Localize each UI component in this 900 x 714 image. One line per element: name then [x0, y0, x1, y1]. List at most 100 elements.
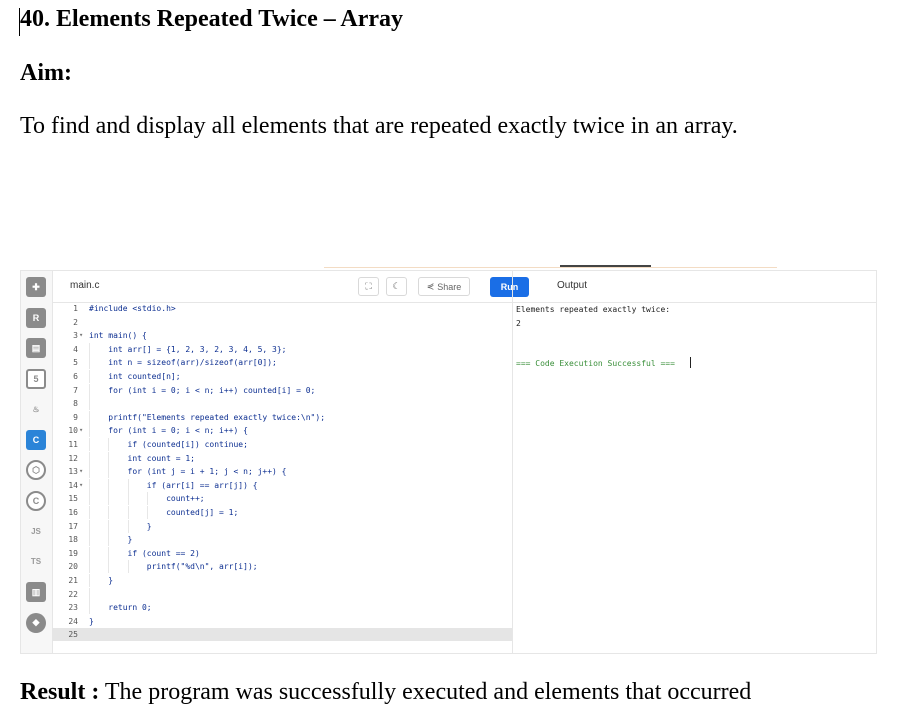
- java-icon[interactable]: ♨: [26, 399, 46, 419]
- code-line[interactable]: 24}: [52, 615, 512, 628]
- fold-toggle-icon[interactable]: ▾: [79, 424, 83, 437]
- code-line[interactable]: 6 int counted[n];: [52, 370, 512, 383]
- line-number: 20: [68, 562, 78, 572]
- line-number: 11: [68, 440, 78, 449]
- code-line[interactable]: 25: [52, 628, 512, 642]
- code-text: if (count == 2): [89, 548, 200, 558]
- code-line[interactable]: 17 }: [52, 519, 512, 533]
- code-line[interactable]: 5 int n = sizeof(arr)/sizeof(arr[0]);: [52, 356, 512, 370]
- code-line[interactable]: 13 ▾ for (int j = i + 1; j < n; j++) {: [52, 465, 512, 479]
- fullscreen-button[interactable]: ⛶: [358, 277, 379, 296]
- code-line[interactable]: 19 if (count == 2): [52, 546, 512, 560]
- fullscreen-icon: ⛶: [365, 281, 372, 291]
- moon-icon: ☾: [392, 281, 401, 291]
- run-button[interactable]: Run: [490, 277, 529, 297]
- code-text: int count = 1;: [89, 453, 195, 463]
- result-text: The program was successfully executed an…: [99, 679, 752, 705]
- line-number: 22: [68, 589, 78, 599]
- output-line: Elements repeated exactly twice:: [516, 305, 671, 314]
- code-line[interactable]: 2: [52, 316, 512, 329]
- code-text: printf("%d\n", arr[i]);: [89, 562, 258, 572]
- code-line[interactable]: 14 ▾ if (arr[i] == arr[j]) {: [52, 478, 512, 492]
- fold-toggle-icon[interactable]: ▾: [79, 479, 83, 492]
- code-text: #include <stdio.h>: [89, 304, 176, 313]
- result-label: Result :: [20, 679, 100, 705]
- file-tab[interactable]: main.c: [70, 280, 99, 291]
- share-icon: ⋞: [426, 281, 435, 291]
- language-sidebar: ✚ R ▤ 5 ♨ C ⬡ C JS TS ▥ ◆: [21, 271, 53, 653]
- result-paragraph: Result : The program was successfully ex…: [20, 679, 751, 706]
- line-number: 15: [68, 494, 78, 504]
- code-text: int main() {: [89, 331, 147, 341]
- fold-toggle-icon[interactable]: ▾: [79, 329, 83, 342]
- python-icon[interactable]: ✚: [26, 277, 46, 297]
- code-line[interactable]: 15 count++;: [52, 492, 512, 506]
- output-caret: [690, 357, 691, 368]
- line-number: 1: [73, 304, 78, 313]
- code-text: return 0;: [89, 603, 152, 613]
- code-line[interactable]: 7 for (int i = 0; i < n; i++) counted[i]…: [52, 383, 512, 397]
- line-number: 14: [68, 480, 78, 490]
- aim-label: Aim:: [20, 60, 72, 86]
- page-heading: 40. Elements Repeated Twice – Array: [20, 6, 404, 32]
- html5-icon[interactable]: 5: [26, 368, 46, 389]
- share-button[interactable]: ⋞ Share: [418, 277, 470, 296]
- line-number: 9: [73, 412, 78, 422]
- pane-divider[interactable]: [512, 271, 513, 653]
- line-number: 7: [73, 385, 78, 395]
- c-icon[interactable]: C: [26, 429, 46, 450]
- line-number: 25: [68, 630, 78, 640]
- go-icon[interactable]: ◆: [26, 612, 46, 633]
- line-number: 3: [73, 331, 78, 341]
- decorative-line: [560, 265, 651, 267]
- code-line[interactable]: 3 ▾ int main() {: [52, 329, 512, 342]
- code-line[interactable]: 11 if (counted[i]) continue;: [52, 438, 512, 451]
- decorative-line: [324, 267, 777, 268]
- fold-toggle-icon[interactable]: ▾: [79, 465, 83, 478]
- php-icon[interactable]: ▥: [26, 582, 46, 602]
- code-text: if (arr[i] == arr[j]) {: [89, 480, 258, 490]
- ts-icon[interactable]: TS: [26, 552, 46, 572]
- code-text: int counted[n];: [89, 372, 181, 381]
- code-text: int arr[] = {1, 2, 3, 2, 3, 4, 5, 3};: [89, 344, 287, 354]
- line-number: 24: [68, 616, 78, 626]
- code-text: }: [89, 521, 152, 531]
- code-text: int n = sizeof(arr)/sizeof(arr[0]);: [89, 358, 277, 368]
- output-line: === Code Execution Successful ===: [516, 359, 675, 369]
- database-icon[interactable]: ▤: [26, 338, 46, 358]
- code-line[interactable]: 22: [52, 587, 512, 601]
- code-line[interactable]: 16 counted[j] = 1;: [52, 506, 512, 519]
- indent-guide: [89, 587, 90, 601]
- cpp-icon[interactable]: ⬡: [26, 460, 46, 480]
- code-line[interactable]: 12 int count = 1;: [52, 451, 512, 465]
- code-line[interactable]: 18 }: [52, 533, 512, 547]
- code-line[interactable]: 8: [52, 397, 512, 411]
- online-compiler-screenshot: ✚ R ▤ 5 ♨ C ⬡ C JS TS ▥ ◆ main.c ⛶ ☾ ⋞ Share Run Ou…: [20, 270, 877, 654]
- code-line[interactable]: 4 int arr[] = {1, 2, 3, 2, 3, 4, 5, 3};: [52, 342, 512, 356]
- line-number: 12: [68, 453, 78, 463]
- code-text: for (int i = 0; i < n; i++) counted[i] =…: [89, 385, 316, 395]
- theme-toggle-button[interactable]: ☾: [386, 277, 407, 296]
- csharp-icon[interactable]: C: [26, 490, 46, 511]
- code-line[interactable]: 20 printf("%d\n", arr[i]);: [52, 560, 512, 574]
- line-number: 8: [73, 399, 78, 409]
- aim-text: To find and display all elements that ar…: [20, 113, 738, 139]
- code-line[interactable]: 10 ▾ for (int i = 0; i < n; i++) {: [52, 424, 512, 438]
- code-text: printf("Elements repeated exactly twice:…: [89, 412, 326, 422]
- code-text: }: [89, 576, 114, 585]
- code-line[interactable]: 1 #include <stdio.h>: [52, 302, 512, 315]
- code-editor[interactable]: 1 #include <stdio.h> 2 3 ▾ int main() {4 int …: [52, 302, 512, 653]
- code-line[interactable]: 9 printf("Elements repeated exactly twic…: [52, 410, 512, 424]
- line-number: 18: [68, 535, 78, 545]
- share-label: Share: [437, 281, 462, 292]
- output-line: 2: [516, 318, 521, 328]
- code-text: for (int i = 0; i < n; i++) {: [89, 426, 248, 436]
- r-icon[interactable]: R: [26, 307, 46, 328]
- line-number: 4: [73, 344, 78, 354]
- line-number: 10: [68, 426, 78, 436]
- code-line[interactable]: 23 return 0;: [52, 601, 512, 615]
- js-icon[interactable]: JS: [26, 521, 46, 541]
- line-number: 17: [68, 521, 78, 531]
- code-line[interactable]: 21 }: [52, 574, 512, 587]
- code-text: if (counted[i]) continue;: [89, 440, 248, 449]
